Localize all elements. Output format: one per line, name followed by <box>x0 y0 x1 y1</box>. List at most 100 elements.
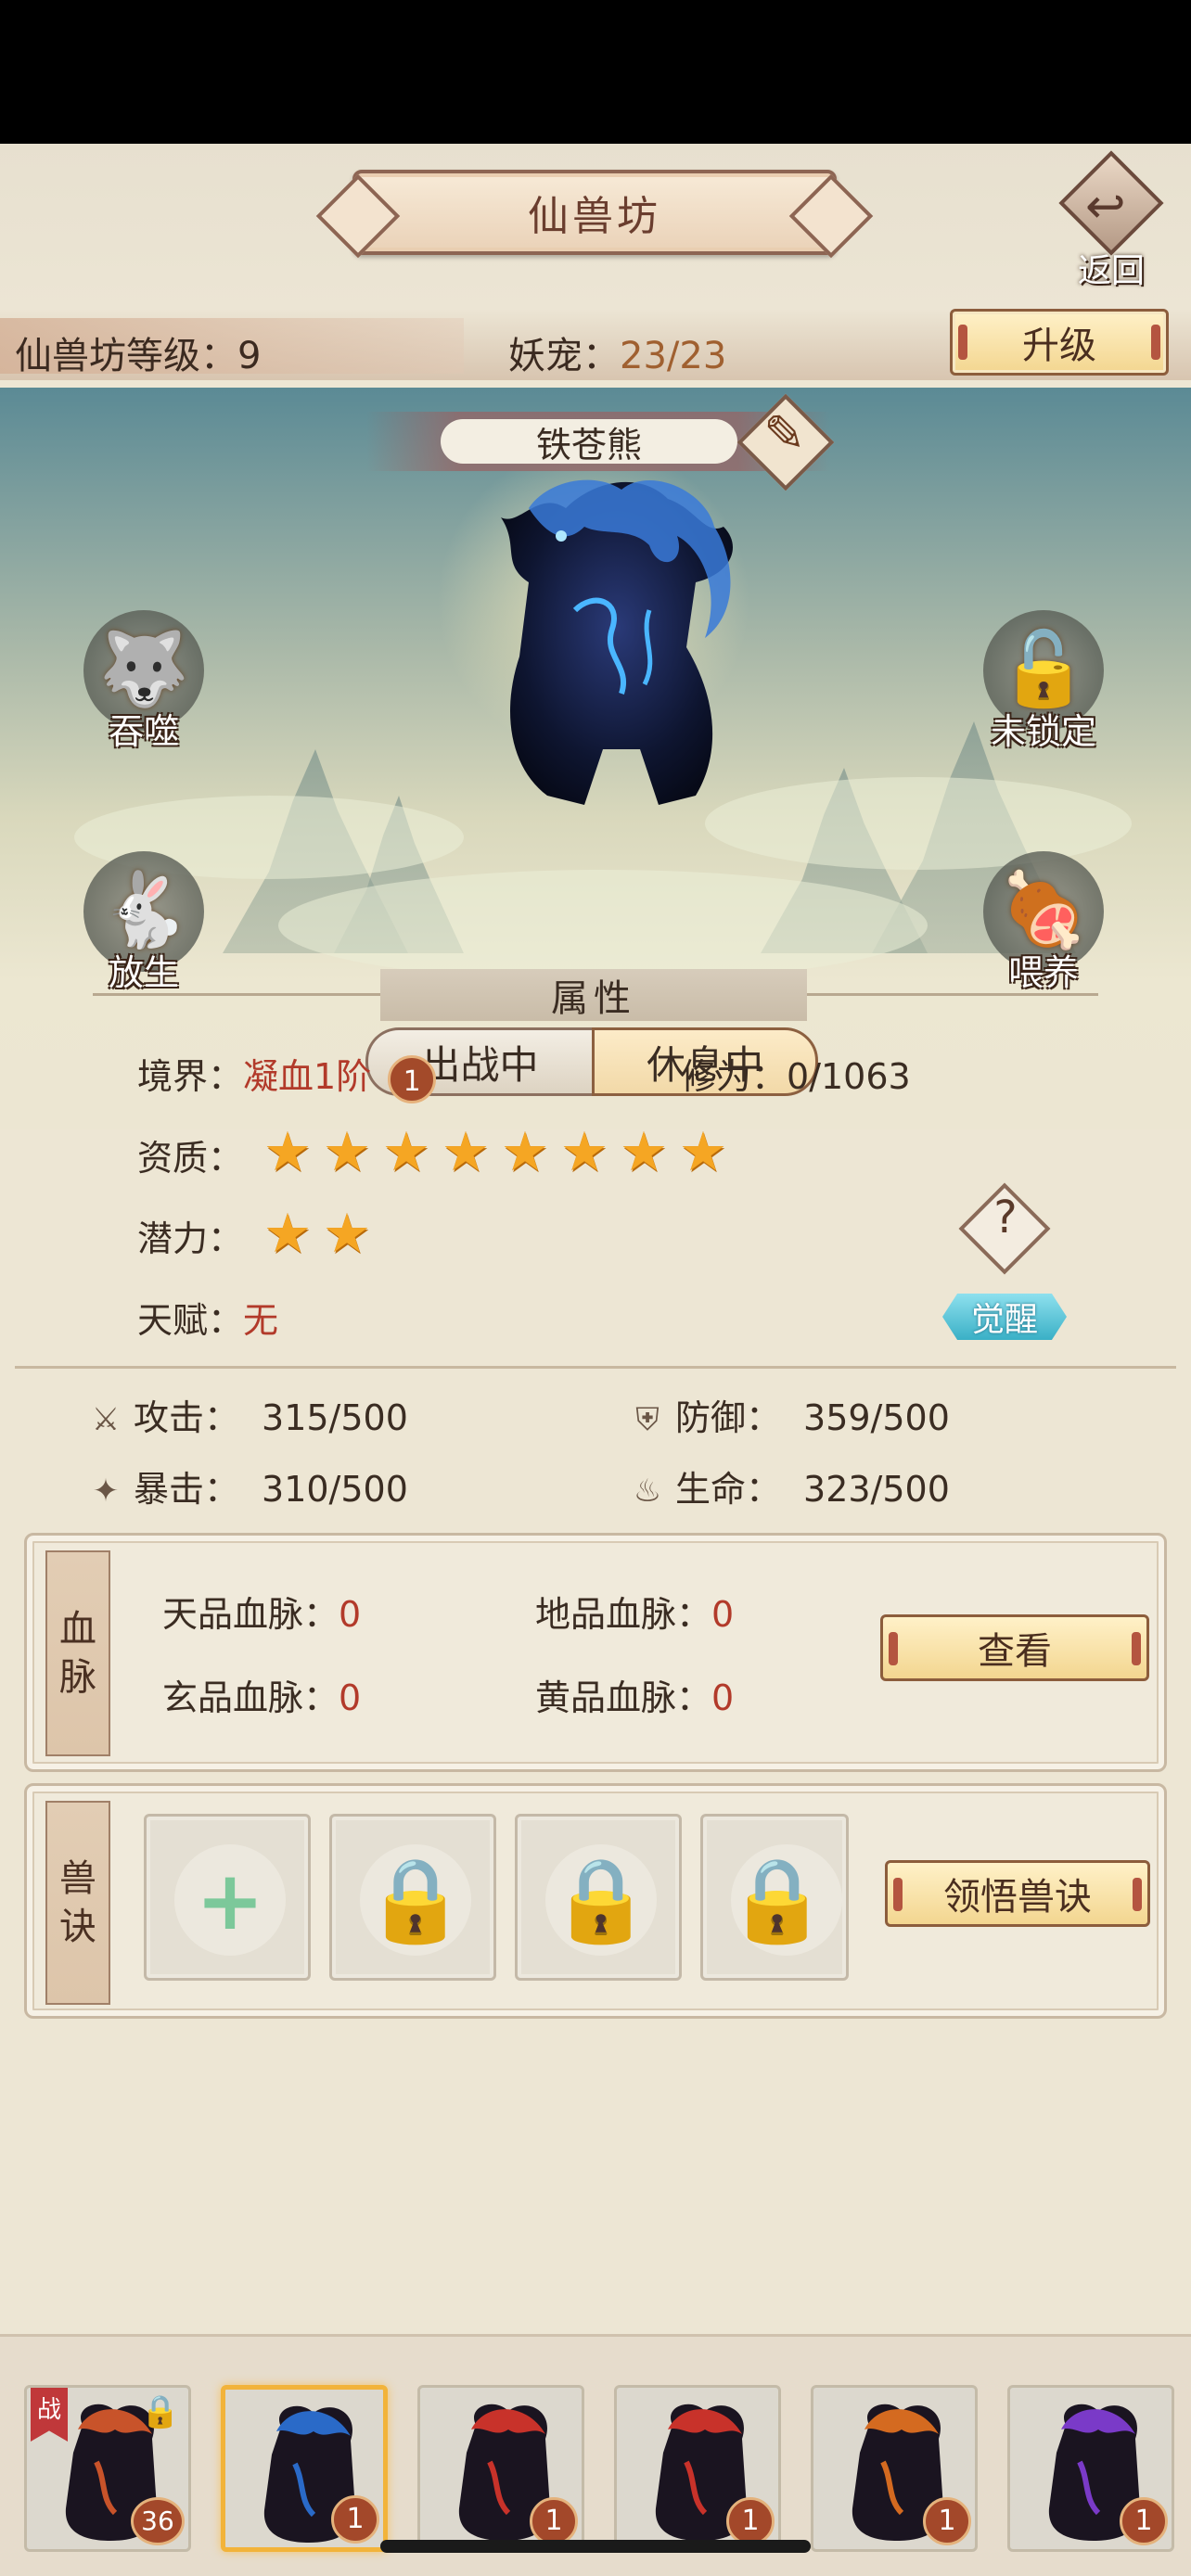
pet-label-text: 妖宠： <box>508 335 620 377</box>
back-arrow-icon: ↩ <box>1085 179 1126 235</box>
pet-slot-flame-bear-2[interactable]: 1 <box>614 2385 781 2552</box>
lock-icon: 🔒 <box>726 1852 828 1947</box>
pet-level-badge: 1 <box>1120 2497 1168 2545</box>
attack-stat: ⚔ 攻击： 315/500 <box>85 1389 408 1440</box>
shield-icon: ⛨ <box>635 1401 660 1438</box>
back-label: 返回 <box>1078 252 1146 290</box>
potential-label: 潜力： <box>137 1218 244 1259</box>
skill-slot-locked[interactable]: 🔒 <box>700 1814 849 1981</box>
mystic-value: 0 <box>339 1677 362 1718</box>
pet-count: 23/23 <box>620 335 727 377</box>
pet-level-badge: 1 <box>331 2495 379 2544</box>
crit-value: 310/500 <box>262 1469 408 1510</box>
skill-slot-add[interactable]: + <box>144 1814 311 1981</box>
learn-skill-button[interactable]: 领悟兽诀 <box>885 1860 1150 1927</box>
question-icon: ? <box>993 1192 1018 1243</box>
unlock-icon: 🔓 <box>998 628 1089 711</box>
plus-icon: + <box>196 1852 264 1948</box>
earth-value: 0 <box>711 1594 735 1635</box>
attributes-header: 属性 <box>93 969 1098 1021</box>
life-stat: ♨ 生命： 323/500 <box>627 1460 950 1511</box>
pet-slot-purple-bear[interactable]: 1 <box>1007 2385 1174 2552</box>
yellow-label: 黄品血脉： <box>535 1677 712 1718</box>
crit-label: 暴击： <box>134 1469 240 1510</box>
lock-icon: 🔒 <box>140 2393 181 2430</box>
crit-icon: ✦ <box>92 1473 120 1510</box>
defense-stat: ⛨ 防御： 359/500 <box>627 1389 950 1440</box>
cultivation-label: 修为： <box>681 1056 788 1097</box>
lock-icon: 🔒 <box>365 1852 467 1947</box>
bloodline-tab: 血 脉 <box>45 1550 110 1756</box>
talent-row: 天赋：无 <box>137 1292 278 1343</box>
defense-value: 359/500 <box>803 1397 950 1438</box>
upgrade-button[interactable]: 升级 <box>950 309 1169 376</box>
realm-row: 境界：凝血1阶 1 <box>137 1048 437 1103</box>
star-icon: ★ <box>263 1120 312 1183</box>
beast-name: 铁苍熊 <box>441 419 737 465</box>
pet-slot-flame-bear-1[interactable]: 1 <box>417 2385 584 2552</box>
flame-icon: ♨ <box>633 1473 662 1510</box>
pet-slot-blue-bear[interactable]: 1 <box>221 2385 388 2552</box>
section-divider <box>15 1366 1176 1369</box>
earth-label: 地品血脉： <box>535 1594 712 1635</box>
yellow-value: 0 <box>711 1677 735 1718</box>
realm-label: 境界： <box>137 1056 244 1097</box>
pet-slot-phoenix[interactable]: 战 🔒 36 <box>24 2385 191 2552</box>
lock-icon: 🔒 <box>550 1852 652 1947</box>
devour-label: 吞噬 <box>108 711 179 752</box>
lock-button[interactable]: 🔓 未锁定 <box>974 610 1104 759</box>
tab-char: 兽 <box>59 1857 96 1900</box>
skill-slot-locked[interactable]: 🔒 <box>329 1814 496 1981</box>
cloud-bg <box>278 870 928 981</box>
star-icon: ★ <box>263 1202 312 1265</box>
tab-char: 诀 <box>59 1906 96 1948</box>
pet-level-badge: 1 <box>726 2497 775 2545</box>
cultivation-row: 修为：0/1063 <box>681 1048 911 1099</box>
tab-char: 脉 <box>59 1656 96 1699</box>
attributes-title: 属性 <box>380 969 807 1021</box>
star-icon: ★ <box>620 1120 668 1183</box>
pet-slot-magma-golem[interactable]: 1 <box>811 2385 978 2552</box>
house-level: 仙兽坊等级：9 <box>15 335 262 377</box>
cultivation-value: 0/1063 <box>787 1056 911 1097</box>
talent-value: 无 <box>243 1300 279 1341</box>
defense-label: 防御： <box>675 1397 782 1438</box>
view-bloodline-button[interactable]: 查看 <box>880 1614 1149 1681</box>
talent-label: 天赋： <box>137 1300 244 1341</box>
page-title: 仙兽坊 <box>528 193 661 240</box>
mystic-label: 玄品血脉： <box>162 1677 339 1718</box>
skill-slot-locked[interactable]: 🔒 <box>515 1814 682 1981</box>
aptitude-label: 资质： <box>137 1138 244 1179</box>
realm-badge: 1 <box>388 1054 437 1103</box>
devour-button[interactable]: 🐺 吞噬 <box>74 610 204 759</box>
back-button[interactable]: ↩ 返回 <box>1057 150 1169 290</box>
earth-bloodline: 地品血脉：0 <box>535 1586 734 1637</box>
brush-icon: ✎ <box>763 404 806 463</box>
star-icon: ★ <box>442 1120 490 1183</box>
pet-level-badge: 1 <box>923 2497 971 2545</box>
meat-icon: 🍖 <box>998 869 1089 952</box>
heaven-value: 0 <box>339 1594 362 1635</box>
divider-line <box>807 993 1098 996</box>
rabbit-icon: 🐇 <box>98 869 189 952</box>
beast-house-screen: 仙兽坊 ↩ 返回 仙兽坊等级：9 妖宠：23/23 升级 铁苍熊 ✎ � <box>0 144 1191 2576</box>
star-icon: ★ <box>323 1202 371 1265</box>
awaken-button[interactable]: 觉醒 <box>942 1294 1067 1340</box>
attack-value: 315/500 <box>262 1397 408 1438</box>
mystic-bloodline: 玄品血脉：0 <box>162 1669 361 1720</box>
star-icon: ★ <box>382 1120 430 1183</box>
sword-icon: ⚔ <box>91 1401 121 1438</box>
life-value: 323/500 <box>803 1469 950 1510</box>
home-indicator[interactable] <box>380 2540 811 2553</box>
wolf-head-icon: 🐺 <box>98 628 189 711</box>
title-plate: 仙兽坊 <box>352 170 837 255</box>
pet-level-badge: 36 <box>131 2497 185 2545</box>
yellow-bloodline: 黄品血脉：0 <box>535 1669 734 1720</box>
crit-stat: ✦ 暴击： 310/500 <box>85 1460 408 1511</box>
star-icon: ★ <box>323 1120 371 1183</box>
star-icon: ★ <box>560 1120 608 1183</box>
heaven-bloodline: 天品血脉：0 <box>162 1586 361 1637</box>
divider-line <box>93 993 380 996</box>
pet-level-badge: 1 <box>530 2497 578 2545</box>
tab-char: 血 <box>59 1608 96 1651</box>
